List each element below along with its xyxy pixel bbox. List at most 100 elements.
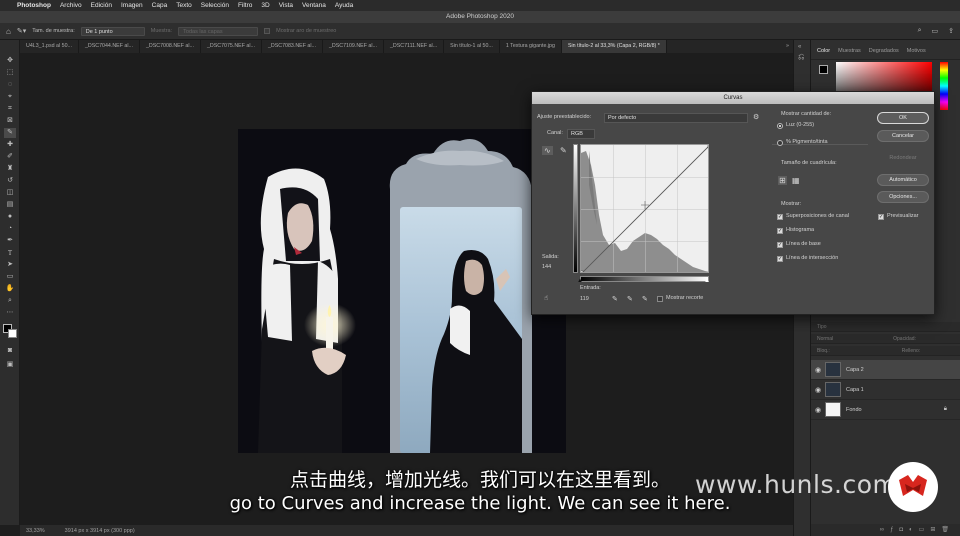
more-tools-icon[interactable]: ⋯ — [4, 308, 16, 318]
menu-imagen[interactable]: Imagen — [121, 2, 143, 9]
tab-gradients[interactable]: Degradados — [869, 48, 899, 59]
menu-edicion[interactable]: Edición — [91, 2, 112, 9]
eraser-tool-icon[interactable]: ◫ — [4, 188, 16, 198]
cancel-button[interactable]: Cancelar — [877, 130, 929, 142]
eyedropper-tool-icon[interactable]: ✎▾ — [17, 27, 26, 35]
curve-edit-icon[interactable]: ∿ — [542, 146, 553, 155]
adjustment-icon[interactable]: ◐ — [909, 527, 919, 533]
visibility-eye-icon[interactable]: ◉ — [811, 406, 825, 414]
path-select-icon[interactable]: ➤ — [4, 260, 16, 270]
hand-tool-icon[interactable]: ✋ — [4, 284, 16, 294]
folder-icon[interactable]: ▭ — [919, 527, 931, 533]
blend-mode-bar[interactable]: Normal Opacidad: — [811, 334, 960, 344]
dodge-tool-icon[interactable]: ◔ — [4, 224, 16, 234]
tab-document[interactable]: _DSC7044.NEF al... — [79, 40, 140, 53]
trash-icon[interactable]: 🗑︎ — [941, 527, 955, 533]
menu-filtro[interactable]: Filtro — [238, 2, 252, 9]
targeted-adjust-icon[interactable]: ☝︎ — [544, 294, 548, 302]
collapse-panels-icon[interactable]: « — [798, 44, 801, 50]
channel-select[interactable]: RGB — [567, 129, 595, 139]
pencil-edit-icon[interactable]: ✎ — [560, 146, 567, 155]
sample-select[interactable]: Todas las capas — [178, 26, 259, 36]
tab-document[interactable]: _DSC7008.NEF al... — [140, 40, 201, 53]
show-clipping-checkbox[interactable] — [657, 296, 663, 302]
background-color-icon[interactable] — [8, 329, 17, 338]
ok-button[interactable]: OK — [877, 112, 929, 124]
search-icon[interactable]: ⌕ — [918, 27, 922, 35]
tab-document[interactable]: _DSC7111.NEF al... — [384, 40, 445, 53]
layer-row[interactable]: ◉ Capa 2 — [811, 360, 960, 380]
foreground-swatch[interactable] — [819, 65, 828, 74]
pen-tool-icon[interactable]: ✒ — [4, 236, 16, 246]
tabs-overflow-icon[interactable]: » — [786, 40, 789, 53]
healing-brush-icon[interactable]: ✚ — [4, 140, 16, 150]
grid-4x4-icon[interactable]: ⊞ — [778, 176, 787, 185]
baseline-checkbox[interactable]: ✓ — [777, 242, 783, 248]
move-tool-icon[interactable]: ✥ — [4, 56, 16, 66]
menu-capa[interactable]: Capa — [152, 2, 168, 9]
layer-row[interactable]: ◉ Fondo 🔒︎ — [811, 400, 960, 420]
home-icon[interactable]: ⌂ — [6, 27, 11, 36]
menu-ayuda[interactable]: Ayuda — [335, 2, 353, 9]
visibility-eye-icon[interactable]: ◉ — [811, 386, 825, 394]
tab-swatches[interactable]: Muestras — [838, 48, 861, 59]
input-value[interactable]: 119 — [580, 296, 589, 302]
tab-document[interactable]: U4L3_1.psd al 50... — [20, 40, 79, 53]
auto-button[interactable]: Automático — [877, 174, 929, 186]
stamp-tool-icon[interactable]: ♜ — [4, 164, 16, 174]
workspace-icon[interactable]: ▭ — [932, 27, 939, 35]
white-point-slider-icon[interactable]: ▲ — [704, 278, 710, 284]
layer-name[interactable]: Capa 2 — [846, 367, 864, 373]
tab-document[interactable]: _DSC7075.NEF al... — [201, 40, 262, 53]
blend-mode-select[interactable]: Normal — [817, 336, 833, 342]
zoom-tool-icon[interactable]: ⌕ — [4, 296, 16, 306]
screen-mode-icon[interactable]: ▣ — [4, 360, 16, 370]
tab-document[interactable]: 1 Textura gigante.jpg — [500, 40, 562, 53]
menu-vista[interactable]: Vista — [279, 2, 293, 9]
blur-tool-icon[interactable]: ● — [4, 212, 16, 222]
quick-mask-icon[interactable]: ◙ — [4, 346, 16, 356]
document-info[interactable]: 3914 px x 3914 px (300 ppp) — [65, 528, 135, 534]
curve-graph[interactable] — [580, 144, 709, 273]
menu-3d[interactable]: 3D — [261, 2, 269, 9]
eyedropper-icon[interactable]: ✎ — [4, 128, 16, 138]
black-point-slider-icon[interactable]: ▲ — [577, 278, 583, 284]
histogram-checkbox[interactable]: ✓ — [777, 228, 783, 234]
menu-texto[interactable]: Texto — [176, 2, 192, 9]
dialog-title[interactable]: Curvas — [532, 92, 934, 104]
history-panel-icon[interactable]: ⎌ — [798, 52, 804, 62]
lasso-tool-icon[interactable]: ◌ — [4, 80, 16, 90]
quick-select-tool-icon[interactable]: ⌖ — [4, 92, 16, 102]
output-value[interactable]: 144 — [542, 264, 551, 270]
grid-10x10-icon[interactable]: ▦ — [792, 176, 800, 185]
marquee-tool-icon[interactable]: ⬚ — [4, 68, 16, 78]
tab-document[interactable]: _DSC7083.NEF al... — [262, 40, 323, 53]
gradient-tool-icon[interactable]: ▤ — [4, 200, 16, 210]
menu-app-name[interactable]: Photoshop — [17, 2, 51, 9]
layer-name[interactable]: Capa 1 — [846, 387, 864, 393]
white-eyedropper-icon[interactable]: ✎ — [642, 295, 648, 303]
shape-tool-icon[interactable]: ▭ — [4, 272, 16, 282]
lock-bar[interactable]: Bloq.: Relleno: — [811, 346, 960, 356]
tab-active-document[interactable]: Sin título-2 al 33,3% (Capa 2, RGB/8) * — [561, 40, 667, 53]
layer-row[interactable]: ◉ Capa 1 — [811, 380, 960, 400]
show-ring-checkbox[interactable] — [264, 28, 271, 34]
menu-ventana[interactable]: Ventana — [302, 2, 326, 9]
hue-slider[interactable] — [940, 62, 948, 110]
crop-tool-icon[interactable]: ⌗ — [4, 104, 16, 114]
brush-tool-icon[interactable]: ✐ — [4, 152, 16, 162]
link-layers-icon[interactable]: ∞ — [880, 527, 890, 533]
layer-name[interactable]: Fondo — [846, 407, 862, 413]
preset-menu-icon[interactable]: ⚙︎ — [753, 113, 759, 121]
visibility-eye-icon[interactable]: ◉ — [811, 366, 825, 374]
share-icon[interactable]: ⇪ — [948, 27, 954, 35]
frame-tool-icon[interactable]: ⊠ — [4, 116, 16, 126]
document-image[interactable] — [238, 129, 566, 453]
preset-select[interactable]: Por defecto — [604, 113, 748, 123]
channel-overlays-checkbox[interactable]: ✓ — [777, 214, 783, 220]
gray-eyedropper-icon[interactable]: ✎ — [627, 295, 633, 303]
mask-icon[interactable]: ◘ — [899, 527, 909, 533]
light-radio[interactable] — [777, 123, 783, 129]
layers-search-bar[interactable]: Tipo — [811, 322, 960, 332]
menu-seleccion[interactable]: Selección — [201, 2, 229, 9]
